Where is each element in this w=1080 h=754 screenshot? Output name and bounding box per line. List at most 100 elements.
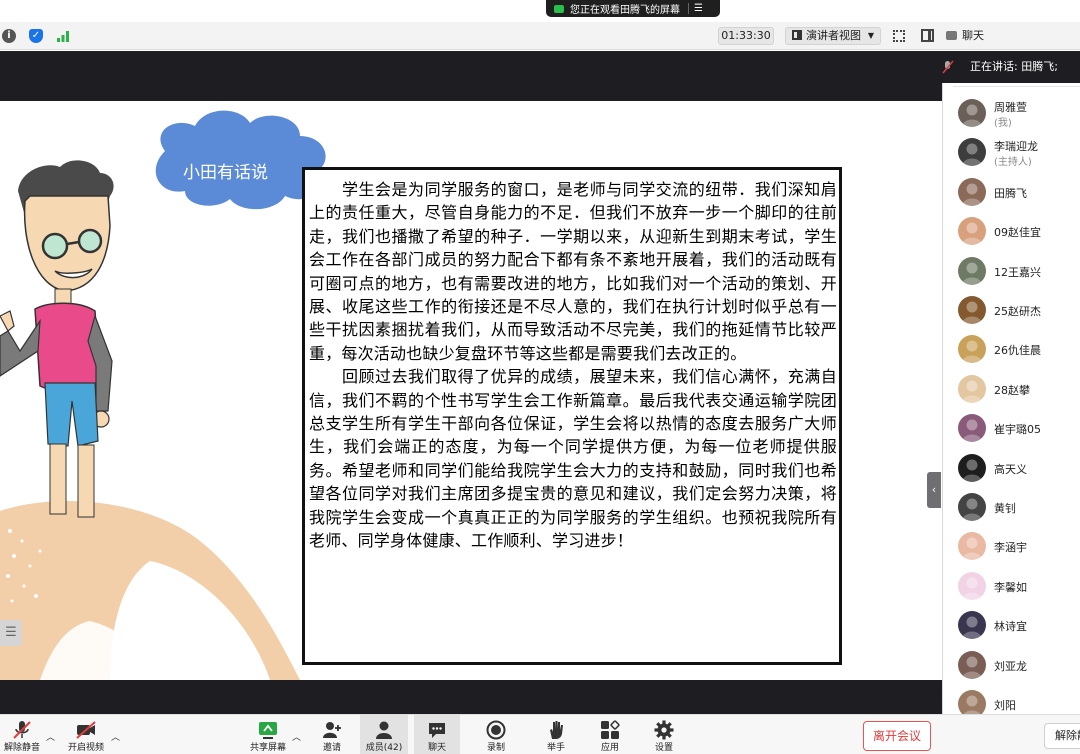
chat-button[interactable]: 聊天 — [414, 715, 460, 754]
chat-icon — [946, 31, 957, 40]
settings-label: 设置 — [654, 743, 673, 753]
participant-name: 28赵攀 — [994, 383, 1030, 397]
participant-name: 崔宇璐05 — [994, 423, 1041, 437]
add-user-icon — [323, 722, 341, 738]
avatar — [958, 690, 986, 714]
shield-icon[interactable]: ✓ — [29, 29, 43, 43]
participant-name: 李涵宇 — [994, 541, 1027, 555]
invite-button[interactable]: 邀请 — [312, 715, 352, 754]
gear-icon — [654, 720, 674, 740]
avatar — [958, 532, 986, 561]
avatar — [958, 99, 986, 127]
share-screen-label: 共享屏幕 — [249, 743, 286, 753]
participant-item[interactable]: 田腾飞 — [943, 174, 1080, 210]
speech-bubble-text: 小田有话说 — [183, 163, 268, 183]
members-label: 成员(42) — [365, 743, 403, 753]
avatar — [958, 571, 986, 600]
avatar — [958, 611, 986, 640]
video-off-icon — [76, 721, 96, 739]
participant-item[interactable]: 26仇佳晨 — [943, 331, 1080, 367]
apps-button[interactable]: 应用 — [590, 715, 630, 754]
participant-item[interactable]: 刘阳 — [943, 686, 1080, 714]
participant-name: 田腾飞 — [994, 186, 1027, 200]
participant-role: (主持人) — [994, 157, 1032, 169]
leave-meeting-button[interactable]: 离开会议 — [863, 721, 931, 751]
fullscreen-icon[interactable] — [893, 30, 905, 42]
avatar — [958, 453, 986, 482]
slide-text-box: 学生会是为同学服务的窗口，是老师与同学交流的纽带．我们深知肩上的责任重大，尽管自… — [302, 167, 842, 665]
participant-item[interactable]: 刘亚龙 — [943, 647, 1080, 683]
apps-icon — [601, 720, 620, 739]
members-button[interactable]: 成员(42) — [360, 715, 408, 754]
chevron-down-icon: ▼ — [867, 31, 874, 40]
participant-name: 09赵佳宜 — [994, 226, 1041, 240]
speaking-text: 正在讲话: 田腾飞; — [970, 60, 1058, 73]
participant-item[interactable]: 09赵佳宜 — [943, 213, 1080, 249]
start-video-label: 开启视频 — [67, 743, 104, 753]
record-label: 录制 — [486, 743, 505, 753]
view-mode-dropdown[interactable]: 演讲者视图 ▼ — [785, 27, 881, 45]
record-icon — [486, 720, 506, 740]
participant-item[interactable]: 李涵宇 — [943, 528, 1080, 564]
chevron-up-icon[interactable]: ︿ — [111, 730, 120, 743]
participant-item[interactable]: 李馨如 — [943, 568, 1080, 604]
avatar — [958, 138, 986, 167]
signal-icon[interactable] — [56, 29, 70, 43]
participant-name: 25赵研杰 — [994, 305, 1041, 318]
chat-icon — [429, 723, 445, 738]
participant-name: 黄钊 — [994, 502, 1016, 515]
view-mode-label: 演讲者视图 — [806, 29, 861, 42]
participant-list: 周雅萱 (我) 李瑞迎龙 (主持人) 田腾飞 09赵佳宜 12王嘉兴 25赵研杰 26仇佳晨 28… — [942, 83, 1080, 714]
chevron-up-icon[interactable]: ︿ — [292, 730, 301, 743]
settings-button[interactable]: 设置 — [644, 715, 684, 754]
slide-paragraph-2: 回顾过去我们取得了优异的成绩，展望未来，我们信心满怀，充满自信，我们不羁的个性书… — [309, 367, 837, 551]
meeting-timer: 01:33:30 — [718, 27, 774, 45]
sidebar-icon[interactable] — [921, 29, 934, 42]
info-icon[interactable]: i — [2, 29, 16, 43]
raise-hand-icon — [550, 721, 563, 739]
avatar — [958, 177, 986, 206]
participant-item[interactable]: 28赵攀 — [943, 371, 1080, 407]
banner-text: 您正在观看田腾飞的屏幕 — [570, 5, 680, 16]
participant-name: 高天义 — [994, 462, 1027, 476]
participant-item[interactable]: 林诗宜 — [943, 607, 1080, 643]
avatar — [958, 374, 986, 403]
meeting-window: 您正在观看田腾飞的屏幕 ☰ i ✓ 01:33:30 演讲者视图 ▼ 聊天 小田… — [0, 0, 1080, 754]
menu-icon[interactable]: ☰ — [694, 3, 703, 14]
participant-item[interactable]: 12王嘉兴 — [943, 253, 1080, 289]
speaking-indicator: 正在讲话: 田腾飞; — [942, 51, 1080, 83]
share-screen-button[interactable]: 共享屏幕 — [246, 715, 290, 754]
members-icon — [376, 721, 392, 739]
meeting-toolbar: 解除静音 ︿ 开启视频 ︿ 共享屏幕 ︿ 邀请 成员(42) 聊天 录制 举手 … — [0, 714, 1080, 754]
unmute-all-button[interactable]: 解除静音 — [1044, 723, 1080, 749]
slide-paragraph-1: 学生会是为同学服务的窗口，是老师与同学交流的纽带．我们深知肩上的责任重大，尽管自… — [309, 180, 837, 363]
participant-item[interactable]: 崔宇璐05 — [943, 410, 1080, 446]
collapse-panel-icon[interactable]: ‹ — [927, 472, 941, 508]
participant-item[interactable]: 周雅萱 (我) — [943, 95, 1080, 131]
share-screen-icon — [259, 722, 277, 739]
chevron-up-icon[interactable]: ︿ — [46, 730, 55, 743]
raise-hand-label: 举手 — [546, 743, 565, 753]
participant-item[interactable]: 黄钊 — [943, 489, 1080, 525]
viewing-banner: 您正在观看田腾飞的屏幕 ☰ — [546, 0, 720, 17]
participant-item[interactable]: 高天义 — [943, 450, 1080, 486]
unmute-label: 解除静音 — [3, 743, 40, 753]
avatar — [958, 414, 986, 443]
chat-tab[interactable]: 聊天 — [946, 27, 984, 45]
avatar — [958, 217, 986, 246]
status-bar: i ✓ 01:33:30 演讲者视图 ▼ 聊天 — [0, 22, 1080, 50]
slide-menu-icon[interactable]: ☰ — [0, 620, 22, 646]
unmute-button[interactable]: 解除静音 — [0, 715, 44, 754]
participant-item[interactable]: 李瑞迎龙 (主持人) — [943, 134, 1080, 170]
chat-label: 聊天 — [427, 743, 446, 753]
start-video-button[interactable]: 开启视频 — [64, 715, 108, 754]
avatar — [958, 650, 986, 679]
participant-item[interactable]: 25赵研杰 — [943, 292, 1080, 328]
speaker-view-icon — [792, 30, 802, 40]
record-button[interactable]: 录制 — [476, 715, 516, 754]
raise-hand-button[interactable]: 举手 — [536, 715, 576, 754]
participant-name: 林诗宜 — [994, 620, 1027, 634]
participant-name: 刘阳 — [994, 699, 1016, 712]
participant-name: 周雅萱 — [994, 101, 1027, 114]
avatar — [958, 493, 986, 521]
